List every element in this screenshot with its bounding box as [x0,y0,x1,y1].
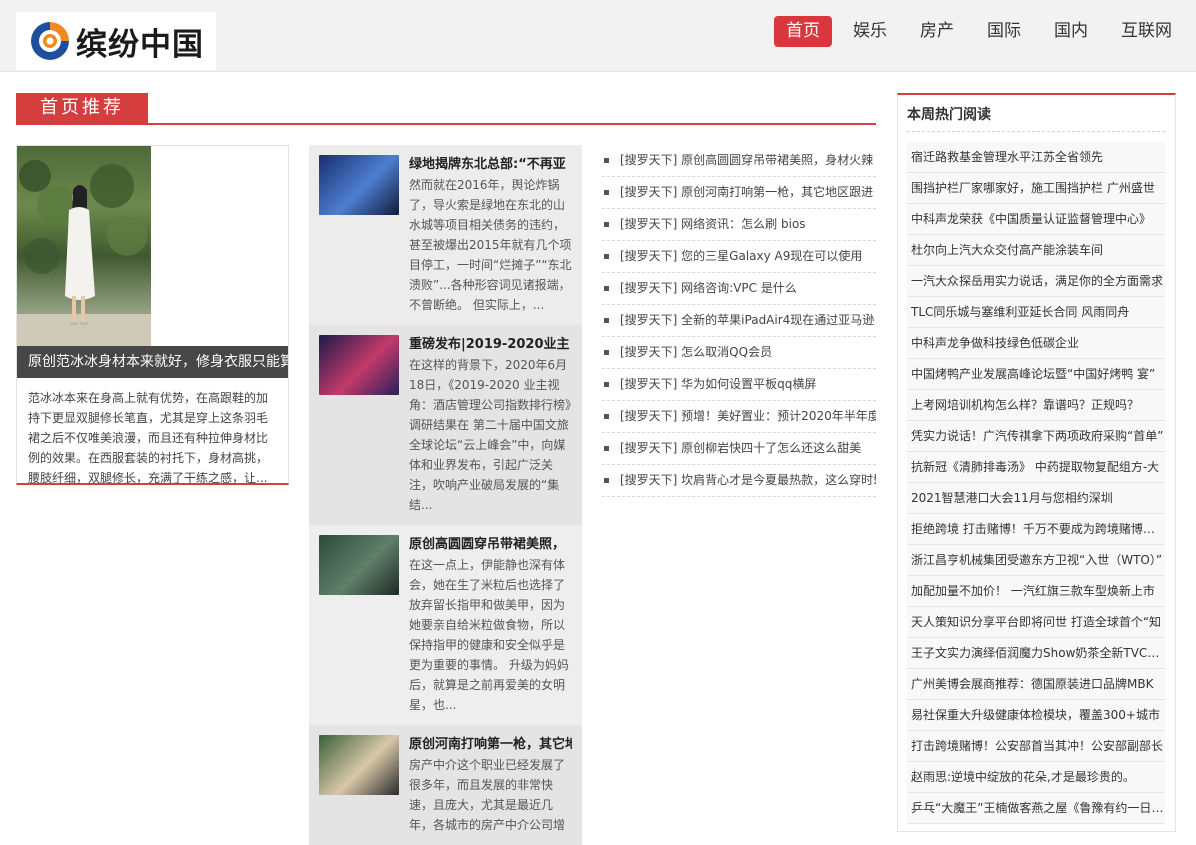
news-list-item[interactable]: [搜罗天下] 原创柳岩快四十了怎么还这么甜美 [602,433,876,465]
news-list-item[interactable]: [搜罗天下] 网络资讯：怎么刷 bios [602,209,876,241]
story-summary: 然而就在2016年，舆论炸锅了，导火索是绿地在东北的山水城等项目相关债务的违约，… [409,178,572,312]
sidebar-item[interactable]: 一汽大众探岳用实力说话，满足你的全方面需求 [907,266,1165,297]
news-list: [搜罗天下] 原创高圆圆穿吊带裙美照，身材火辣 [搜罗天下] 原创河南打响第一枪，… [602,145,876,497]
story-list: 绿地揭牌东北总部:“不再亚然而就在2016年，舆论炸锅了，导火索是绿地在东北的山… [309,145,582,845]
sidebar-item[interactable]: 易社保重大升级健康体检模块，覆盖300+城市 [907,700,1165,731]
sidebar-item[interactable]: 抗新冠《清肺排毒汤》 中药提取物复配组方-大 [907,452,1165,483]
nav-item[interactable]: 国内 [1042,16,1100,47]
sidebar-item[interactable]: 2021智慧港口大会11月与您相约深圳 [907,483,1165,514]
story-title[interactable]: 原创高圆圆穿吊带裙美照， [409,535,572,555]
nav-item[interactable]: 首页 [774,16,832,47]
news-list-item[interactable]: [搜罗天下] 华为如何设置平板qq横屏 [602,369,876,401]
featured-story[interactable]: 原创范冰冰身材本来就好，修身衣服只能算 范冰冰本来在身高上就有优势，在高跟鞋的加… [16,145,289,485]
hot-reads-sidebar: 本周热门阅读 宿迁路救基金管理水平江苏全省领先 围挡护栏厂家哪家好，施工围挡护栏 … [897,93,1176,832]
logo-swirl-icon [30,21,70,61]
story-summary: 在这样的背景下，2020年6月18日，《2019-2020 业主视角：酒店管理公… [409,358,572,512]
sidebar-item[interactable]: 加配加量不加价！ 一汽红旗三款车型焕新上市 [907,576,1165,607]
main-nav: 首页 娱乐 房产 国际 国内 互联网 [774,16,1193,47]
nav-item[interactable]: 房产 [908,16,966,47]
news-list-item[interactable]: [搜罗天下] 您的三星Galaxy A9现在可以使用 [602,241,876,273]
story-item[interactable]: 绿地揭牌东北总部:“不再亚然而就在2016年，舆论炸锅了，导火索是绿地在东北的山… [309,145,582,325]
logo-text: 缤纷中国 [76,26,204,63]
sidebar-item[interactable]: 围挡护栏厂家哪家好，施工围挡护栏 广州盛世 [907,173,1165,204]
sidebar-title: 本周热门阅读 [907,107,991,123]
story-item[interactable]: 原创高圆圆穿吊带裙美照， 在这一点上，伊能静也深有体会，她在生了米粒后也选择了放弃… [309,525,582,725]
woman-photo-icon [17,160,151,346]
sidebar-item[interactable]: 杜尔向上汽大众交付高产能涂装车间 [907,235,1165,266]
nav-item[interactable]: 国际 [975,16,1033,47]
story-item[interactable]: 原创河南打响第一枪，其它地房产中介这个职业已经发展了很多年，而且发展的非常快速，… [309,725,582,845]
news-list-item[interactable]: [搜罗天下] 全新的苹果iPadAir4现在通过亚马逊 [602,305,876,337]
story-title[interactable]: 原创河南打响第一枪，其它地 [409,735,572,755]
conference-stage-thumbnail[interactable] [319,155,399,215]
sidebar-item[interactable]: 凭实力说话！广汽传祺拿下两项政府采购“首单” [907,421,1165,452]
story-summary: 在这一点上，伊能静也深有体会，她在生了米粒后也选择了放弃留长指甲和做美甲，因为她… [409,558,569,712]
sidebar-item[interactable]: 中科声龙争做科技绿色低碳企业 [907,328,1165,359]
wall-pattern-icon [151,146,288,346]
sidebar-item[interactable]: 中国烤鸭产业发展高峰论坛暨“中国好烤鸭 宴” [907,359,1165,390]
story-title[interactable]: 绿地揭牌东北总部:“不再亚 [409,155,572,175]
news-list-item[interactable]: [搜罗天下] 怎么取消QQ会员 [602,337,876,369]
story-body: 原创河南打响第一枪，其它地房产中介这个职业已经发展了很多年，而且发展的非常快速，… [409,735,572,835]
featured-photo-background [151,146,288,346]
featured-caption[interactable]: 原创范冰冰身材本来就好，修身衣服只能算 [17,346,288,378]
news-list-item[interactable]: [搜罗天下] 预增！美好置业：预计2020年半年度 [602,401,876,433]
sidebar-item[interactable]: 广州美博会展商推荐：德国原装进口品牌MBK [907,669,1165,700]
sidebar-item[interactable]: 上考网培训机构怎么样？靠谱吗？正规吗？ [907,390,1165,421]
forum-banner-thumbnail[interactable] [319,335,399,395]
nav-item[interactable]: 互联网 [1109,16,1184,47]
story-summary: 房产中介这个职业已经发展了很多年，而且发展的非常快速，且庞大，尤其是最近几年，各… [409,758,566,832]
agent-office-thumbnail[interactable] [319,735,399,795]
story-body: 重磅发布|2019-2020业主在这样的背景下，2020年6月18日，《2019… [409,335,572,515]
sidebar-divider [907,131,1165,132]
sidebar-item[interactable]: 赵雨思:逆境中绽放的花朵,才是最珍贵的。 [907,762,1165,793]
story-body: 原创高圆圆穿吊带裙美照， 在这一点上，伊能静也深有体会，她在生了米粒后也选择了放弃… [409,535,572,715]
section-header: 首页推荐 [16,93,876,125]
news-list-item[interactable]: [搜罗天下] 网络咨询:VPC 是什么 [602,273,876,305]
sidebar-item[interactable]: 浙江昌亨机械集团受邀东方卫视“入世（WTO）” [907,545,1165,576]
sidebar-item[interactable]: 宿迁路救基金管理水平江苏全省领先 [907,142,1165,173]
news-list-item[interactable]: [搜罗天下] 坎肩背心才是今夏最热款，这么穿时髦 [602,465,876,497]
section-title: 首页推荐 [16,93,148,123]
site-header: 缤纷中国 首页 娱乐 房产 国际 国内 互联网 [0,0,1196,72]
featured-summary: 范冰冰本来在身高上就有优势，在高跟鞋的加持下更显双腿修长笔直，尤其是穿上这条羽毛… [28,391,269,484]
story-item[interactable]: 重磅发布|2019-2020业主在这样的背景下，2020年6月18日，《2019… [309,325,582,525]
nav-item[interactable]: 娱乐 [841,16,899,47]
news-list-item[interactable]: [搜罗天下] 原创高圆圆穿吊带裙美照，身材火辣 [602,145,876,177]
sidebar-item[interactable]: 中科声龙荣获《中国质量认证监督管理中心》 [907,204,1165,235]
sidebar-item[interactable]: 天人策知识分享平台即将问世 打造全球首个“知 [907,607,1165,638]
actress-photo-thumbnail[interactable] [319,535,399,595]
news-list-item[interactable]: [搜罗天下] 原创河南打响第一枪，其它地区跟进 [602,177,876,209]
sidebar-item[interactable]: 拒绝跨境 打击赌博！千万不要成为跨境赌博帮凶 [907,514,1165,545]
sidebar-list: 宿迁路救基金管理水平江苏全省领先 围挡护栏厂家哪家好，施工围挡护栏 广州盛世 中科声… [907,142,1165,824]
sidebar-item[interactable]: 乒乓“大魔王”王楠做客燕之屋《鲁豫有约一日行》 [907,793,1165,824]
sidebar-item[interactable]: 打击跨境赌博！公安部首当其冲！公安部副部长 [907,731,1165,762]
sidebar-item[interactable]: TLC同乐城与塞维利亚延长合同 风雨同舟 [907,297,1165,328]
sidebar-item[interactable]: 王子文实力演绎佰润魔力Show奶茶全新TVC广告 [907,638,1165,669]
site-logo[interactable]: 缤纷中国 [16,12,216,70]
featured-photo[interactable] [17,146,151,346]
story-title[interactable]: 重磅发布|2019-2020业主 [409,335,572,355]
story-body: 绿地揭牌东北总部:“不再亚然而就在2016年，舆论炸锅了，导火索是绿地在东北的山… [409,155,572,315]
